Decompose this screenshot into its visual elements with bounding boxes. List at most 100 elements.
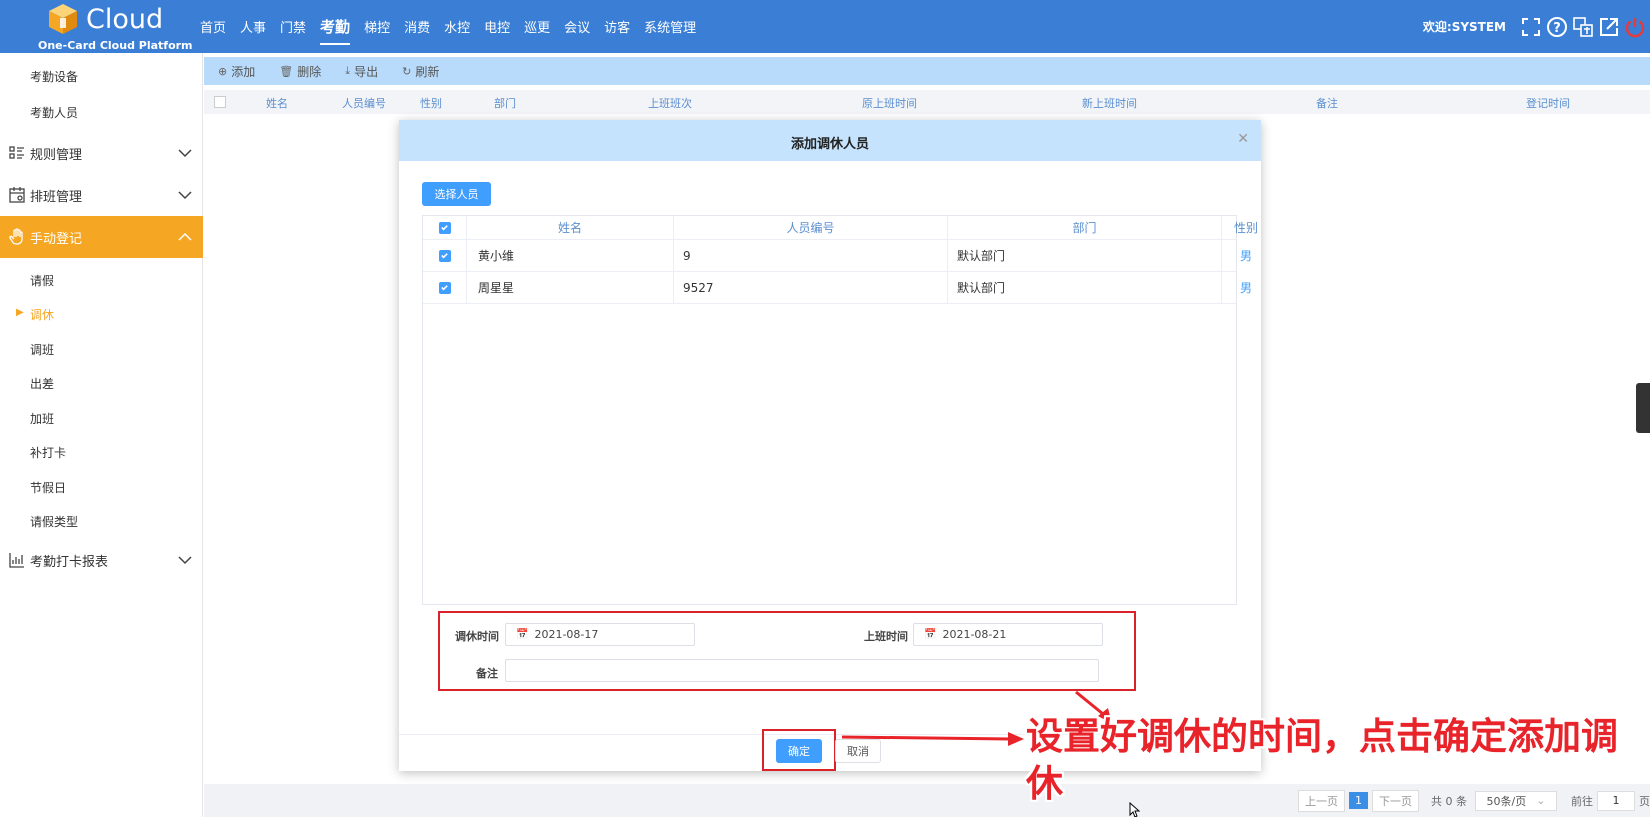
add-button-label: 添加 [231,64,256,79]
refresh-button[interactable]: ↻ 刷新 [402,63,439,80]
row-checkbox-cell[interactable] [423,272,467,303]
cell-dept: 默认部门 [948,240,1222,271]
sidebar-item-attendance-device[interactable]: 考勤设备 [30,68,78,85]
brand-name: Cloud [86,4,164,35]
sidebar-group-report[interactable]: 考勤打卡报表 [0,539,203,581]
nav-water[interactable]: 水控 [444,15,470,38]
column-header-dept[interactable]: 部门 [948,216,1222,239]
side-collapse-tab[interactable] [1636,383,1650,433]
sidebar-item-shift-swap[interactable]: 调班 [30,341,54,358]
sidebar-item-leave-type[interactable]: 请假类型 [30,513,78,530]
sidebar-item-holiday[interactable]: 节假日 [30,479,66,496]
column-header-name[interactable]: 姓名 [266,95,288,111]
add-icon: ⊕ [218,64,228,78]
work-time-label: 上班时间 [864,630,908,643]
cell-sex: 男 [1239,249,1252,263]
table-row[interactable]: 黄小维 9 默认部门 男 [423,240,1252,272]
sidebar-group-label: 排班管理 [30,189,83,205]
rest-time-value: 2021-08-17 [534,628,599,641]
column-header-remark[interactable]: 备注 [1316,95,1338,111]
chevron-down-icon [178,556,192,565]
confirm-button[interactable]: 确定 [776,739,822,763]
header-actions: 欢迎:SYSTEM ? [1423,0,1650,53]
help-icon[interactable]: ? [1546,16,1568,38]
logo-cube-icon [49,4,77,34]
column-header-dept[interactable]: 部门 [494,95,516,111]
nav-attendance[interactable]: 考勤 [320,14,351,45]
checkbox-checked-icon[interactable] [438,281,451,294]
fullscreen-icon[interactable] [1520,16,1542,38]
export-button[interactable]: ⤓ 导出 [345,63,378,80]
cell-sex: 男 [1239,281,1252,295]
column-header-sex[interactable]: 性别 [1222,216,1270,239]
sidebar-item-leave[interactable]: 请假 [30,272,54,289]
sidebar-item-attendance-staff[interactable]: 考勤人员 [30,104,78,121]
cancel-button[interactable]: 取消 [835,739,881,763]
nav-power[interactable]: 电控 [484,15,510,38]
column-header-staff-id[interactable]: 人员编号 [674,216,948,239]
column-header-orig-time[interactable]: 原上班时间 [862,95,917,111]
toolbar: ⊕ 添加 🗑 删除 ⤓ 导出 ↻ 刷新 [204,57,1650,85]
calendar-icon [9,187,25,203]
remark-label: 备注 [476,667,498,680]
header-checkbox-cell[interactable] [423,216,467,239]
work-time-input[interactable]: 📅 2021-08-21 [913,623,1103,646]
rules-icon [9,146,24,159]
nav-system[interactable]: 系统管理 [644,15,696,38]
sidebar-group-manual[interactable]: 手动登记 [0,216,203,258]
add-button[interactable]: ⊕ 添加 [218,63,255,80]
sidebar-item-business-trip[interactable]: 出差 [30,375,54,392]
logo[interactable]: Cloud One-Card Cloud Platform [30,2,193,52]
chevron-up-icon [178,232,192,241]
active-arrow-icon: ▶ [16,307,24,318]
close-icon[interactable]: ✕ [1237,131,1249,147]
refresh-icon: ↻ [402,64,412,78]
column-header-name[interactable]: 姓名 [467,216,674,239]
delete-icon: 🗑 [279,64,294,78]
cell-name: 黄小维 [467,240,674,271]
add-rest-modal: 添加调休人员 ✕ 选择人员 姓名 人员编号 部门 性别 黄小维 9 默认部门 男… [399,120,1261,771]
column-header-sex[interactable]: 性别 [420,95,442,111]
table-row[interactable]: 周星星 9527 默认部门 男 [423,272,1252,304]
select-all-checkbox[interactable] [214,96,226,108]
sidebar-item-rest[interactable]: 调休 [30,306,54,323]
hand-icon [9,228,23,245]
sidebar-group-label: 考勤打卡报表 [30,554,109,570]
rest-time-input[interactable]: 📅 2021-08-17 [505,623,695,646]
remark-input[interactable] [505,659,1099,682]
nav-visitor[interactable]: 访客 [604,15,630,38]
nav-hr[interactable]: 人事 [240,15,266,38]
checkbox-checked-icon[interactable] [438,249,451,262]
sidebar: 考勤设备 考勤人员 规则管理 排班管理 手动登记 请假 ▶ 调休 调班 出差 加… [0,53,203,817]
cell-name: 周星星 [467,272,674,303]
mouse-cursor-icon [1129,802,1141,817]
nav-home[interactable]: 首页 [200,15,226,38]
sidebar-item-overtime[interactable]: 加班 [30,410,54,427]
nav-elevator[interactable]: 梯控 [364,15,390,38]
row-checkbox-cell[interactable] [423,240,467,271]
time-form-highlight: 调休时间 📅 2021-08-17 上班时间 📅 2021-08-21 备注 [438,611,1136,691]
nav-access[interactable]: 门禁 [280,15,306,38]
nav-patrol[interactable]: 巡更 [524,15,550,38]
sidebar-group-rules[interactable]: 规则管理 [0,132,203,174]
chevron-down-icon [178,149,192,158]
nav-meeting[interactable]: 会议 [564,15,590,38]
external-link-icon[interactable] [1598,16,1620,38]
annotation-text: 设置好调休的时间，点击确定添加调休 [1026,715,1618,805]
delete-button-label: 删除 [297,64,322,79]
column-header-staff-id[interactable]: 人员编号 [342,95,386,111]
column-header-shift[interactable]: 上班班次 [648,95,692,111]
delete-button[interactable]: 🗑 删除 [279,63,321,80]
work-time-value: 2021-08-21 [942,628,1007,641]
column-header-new-time[interactable]: 新上班时间 [1082,95,1137,111]
export-icon: ⤓ [345,64,351,77]
power-icon[interactable] [1624,16,1646,38]
sidebar-group-schedule[interactable]: 排班管理 [0,174,203,216]
sidebar-item-make-up-punch[interactable]: 补打卡 [30,444,66,461]
check-all-checkbox-icon[interactable] [438,221,451,234]
modal-title: 添加调休人员 [790,137,869,152]
column-header-register-time[interactable]: 登记时间 [1526,95,1570,111]
language-icon[interactable] [1572,16,1594,38]
nav-consume[interactable]: 消费 [404,15,430,38]
select-staff-button[interactable]: 选择人员 [422,182,491,206]
